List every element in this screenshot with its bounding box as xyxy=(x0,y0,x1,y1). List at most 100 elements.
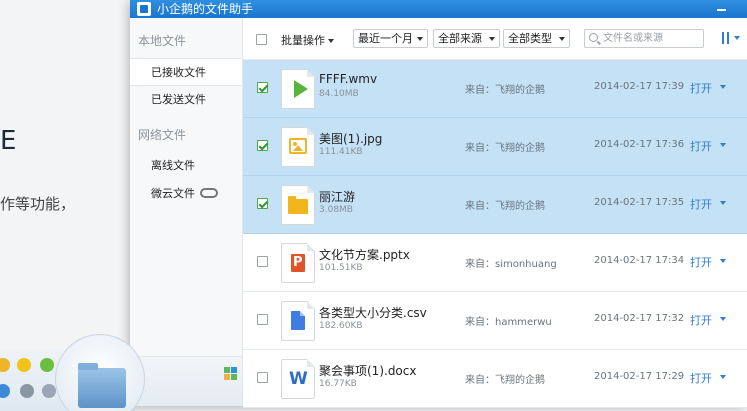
file-size: 182.60KB xyxy=(319,321,363,331)
file-source: 来自：飞翔的企鹅 xyxy=(465,375,545,386)
file-name: 美图(1).jpg xyxy=(319,132,383,146)
file-date: 2014-02-17 17:32 xyxy=(594,313,685,324)
row-checkbox[interactable] xyxy=(257,82,268,93)
more-actions-button[interactable] xyxy=(718,256,730,266)
search-box[interactable] xyxy=(584,29,704,48)
sidebar-item-offline[interactable]: 离线文件 xyxy=(130,152,242,180)
emoji-icon[interactable] xyxy=(0,358,10,372)
more-actions-button[interactable] xyxy=(718,198,730,208)
chevron-down-icon xyxy=(328,39,334,43)
row-checkbox[interactable] xyxy=(257,198,268,209)
smiley-icon[interactable] xyxy=(17,358,31,372)
more-actions-button[interactable] xyxy=(718,314,730,324)
image-file-icon xyxy=(281,127,315,167)
sort-button[interactable] xyxy=(718,30,742,47)
file-list: FFFF.wmv 84.10MB 来自：飞翔的企鹅 2014-02-17 17:… xyxy=(243,60,747,408)
chevron-down-icon xyxy=(734,36,740,40)
file-date: 2014-02-17 17:39 xyxy=(594,81,685,92)
row-checkbox[interactable] xyxy=(257,314,268,325)
app-logo-icon xyxy=(137,2,151,16)
file-source: 来自：飞翔的企鹅 xyxy=(465,143,545,154)
app-grid-icon[interactable] xyxy=(224,367,237,380)
file-size: 16.77KB xyxy=(319,379,357,389)
folder-icon xyxy=(78,363,126,408)
user-icon[interactable] xyxy=(0,384,10,398)
word-file-icon: W xyxy=(281,359,315,399)
file-name: 丽江游 xyxy=(319,190,356,204)
time-filter-value: 最近一个月 xyxy=(358,32,413,45)
folder-file-icon xyxy=(281,185,315,225)
sidebar-item-weiyun-label: 微云文件 xyxy=(151,187,195,200)
file-name: FFFF.wmv xyxy=(319,72,378,86)
type-filter-dropdown[interactable]: 全部类型 xyxy=(503,29,570,48)
toolbar: 批量操作 最近一个月 全部来源 全部类型 xyxy=(243,18,747,60)
open-button[interactable]: 打开 xyxy=(690,312,712,328)
search-input[interactable] xyxy=(603,31,701,46)
chevron-down-icon xyxy=(417,37,423,41)
file-row[interactable]: W 聚会事项(1).docx 16.77KB 来自：飞翔的企鹅 2014-02-… xyxy=(243,350,747,408)
file-row[interactable]: FFFF.wmv 84.10MB 来自：飞翔的企鹅 2014-02-17 17:… xyxy=(243,60,747,118)
chevron-down-icon xyxy=(720,375,726,379)
settings-icon[interactable] xyxy=(20,384,34,398)
open-button[interactable]: 打开 xyxy=(690,80,712,96)
ppt-file-icon xyxy=(281,243,315,283)
cloud-icon xyxy=(200,188,218,198)
file-row[interactable]: 美图(1).jpg 111.41KB 来自：飞翔的企鹅 2014-02-17 1… xyxy=(243,118,747,176)
open-button[interactable]: 打开 xyxy=(690,254,712,270)
chevron-down-icon xyxy=(720,317,726,321)
sidebar-group-network: 网络文件 xyxy=(138,128,187,142)
source-filter-value: 全部来源 xyxy=(438,32,482,45)
file-assistant-window: 小企鹅的文件助手 本地文件 已接收文件 已发送文件 网络文件 离线文件 微云文件… xyxy=(55,0,747,411)
row-checkbox[interactable] xyxy=(257,256,268,267)
video-file-icon xyxy=(281,69,315,109)
file-name: 文化节方案.pptx xyxy=(319,248,410,262)
background-text: 作等功能， xyxy=(0,195,76,213)
row-checkbox[interactable] xyxy=(257,372,268,383)
select-all-checkbox[interactable] xyxy=(256,34,267,45)
chevron-down-icon xyxy=(489,37,495,41)
file-source: 来自：simonhuang xyxy=(465,259,557,270)
row-checkbox[interactable] xyxy=(257,140,268,151)
chevron-down-icon xyxy=(559,37,565,41)
more-actions-button[interactable] xyxy=(718,82,730,92)
document-file-icon xyxy=(281,301,315,341)
sidebar-item-weiyun[interactable]: 微云文件 xyxy=(130,180,242,208)
file-source: 来自：hammerwu xyxy=(465,317,552,328)
file-date: 2014-02-17 17:35 xyxy=(594,197,685,208)
file-row[interactable]: 文化节方案.pptx 101.51KB 来自：simonhuang 2014-0… xyxy=(243,234,747,292)
file-size: 111.41KB xyxy=(319,147,363,157)
chevron-down-icon xyxy=(720,259,726,263)
file-row[interactable]: 丽江游 3.08MB 来自：飞翔的企鹅 2014-02-17 17:35 打开 xyxy=(243,176,747,234)
more-actions-button[interactable] xyxy=(718,372,730,382)
apps-icon[interactable] xyxy=(42,384,56,398)
background-heading: E xyxy=(0,126,17,156)
search-icon xyxy=(589,33,598,42)
open-button[interactable]: 打开 xyxy=(690,138,712,154)
file-name: 各类型大小分类.csv xyxy=(319,306,427,320)
file-date: 2014-02-17 17:36 xyxy=(594,139,685,150)
file-size: 101.51KB xyxy=(319,263,363,273)
chevron-down-icon xyxy=(720,143,726,147)
batch-operation-button[interactable]: 批量操作 xyxy=(281,32,334,48)
sidebar-group-local: 本地文件 xyxy=(138,34,187,48)
file-row[interactable]: 各类型大小分类.csv 182.60KB 来自：hammerwu 2014-02… xyxy=(243,292,747,350)
more-actions-button[interactable] xyxy=(718,140,730,150)
file-source: 来自：飞翔的企鹅 xyxy=(465,201,545,212)
file-date: 2014-02-17 17:34 xyxy=(594,255,685,266)
source-filter-dropdown[interactable]: 全部来源 xyxy=(433,29,500,48)
play-icon[interactable] xyxy=(40,358,54,372)
sidebar-item-sent[interactable]: 已发送文件 xyxy=(130,86,242,114)
sidebar: 本地文件 已接收文件 已发送文件 网络文件 离线文件 微云文件 xyxy=(130,18,243,406)
batch-operation-label: 批量操作 xyxy=(281,34,325,47)
title-bar: 小企鹅的文件助手 xyxy=(130,0,747,18)
chevron-down-icon xyxy=(720,85,726,89)
time-filter-dropdown[interactable]: 最近一个月 xyxy=(353,29,428,48)
sidebar-item-received[interactable]: 已接收文件 xyxy=(130,58,242,86)
minimize-button[interactable] xyxy=(715,0,729,18)
window-title: 小企鹅的文件助手 xyxy=(157,2,254,16)
file-size: 84.10MB xyxy=(319,89,359,99)
type-filter-value: 全部类型 xyxy=(508,32,552,45)
open-button[interactable]: 打开 xyxy=(690,370,712,386)
open-button[interactable]: 打开 xyxy=(690,196,712,212)
sidebar-bottom-bar xyxy=(130,356,242,406)
